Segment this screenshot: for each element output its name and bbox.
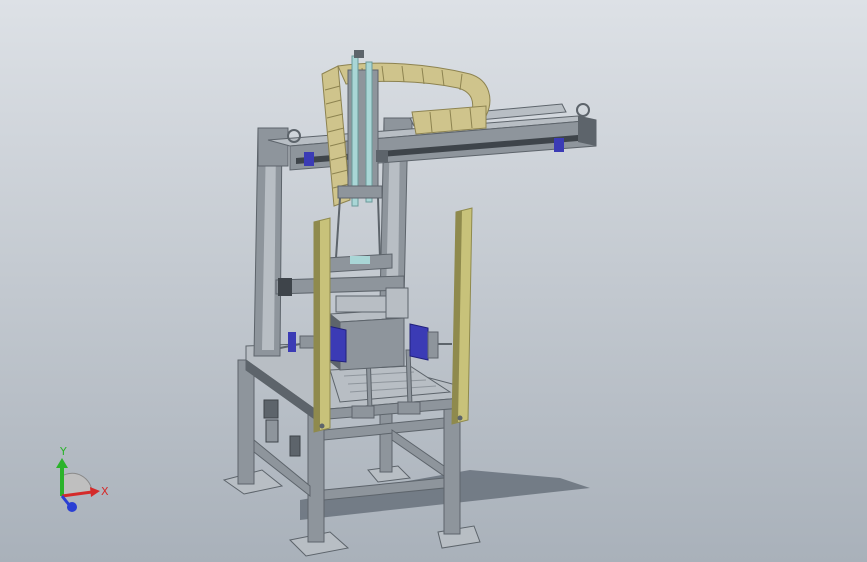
cad-viewport[interactable]: Y X (0, 0, 867, 562)
triad-y-label: Y (59, 445, 67, 458)
valve-block-3 (289, 435, 301, 457)
blue-clamp-right (409, 323, 429, 361)
actuator-plate (337, 185, 383, 199)
valve-block-1 (263, 399, 279, 419)
guard-post-left-edge (314, 220, 320, 432)
beam-motor-left (304, 152, 314, 166)
cylinder-left (351, 55, 359, 207)
triad-x-label: X (101, 485, 109, 498)
workpiece-front (339, 317, 405, 371)
gripper-rod-right (377, 197, 381, 259)
gripper-sensor (350, 256, 370, 264)
valve-bank[interactable] (263, 399, 301, 457)
triad-x-arrow (90, 487, 100, 497)
valve-block-2 (265, 419, 279, 443)
actuator-cap (354, 50, 364, 58)
gripper-rod-left (335, 197, 341, 259)
base-leg-left (237, 359, 255, 485)
workpiece-top-block (385, 287, 409, 319)
gantry-cap-left (257, 127, 289, 167)
gantry-beam-end (578, 116, 596, 146)
triad-z-ball (67, 502, 77, 512)
guard-bolt-left (319, 423, 325, 429)
small-motor-left (288, 332, 296, 352)
mid-rail-block (278, 278, 292, 296)
table-clamp-left (351, 405, 375, 419)
guard-bolt-right (457, 415, 463, 421)
actuator-motor (376, 150, 388, 162)
beam-motor-right (554, 138, 564, 152)
clamp-bracket-right (427, 331, 439, 359)
axis-triad[interactable]: Y X (56, 445, 109, 512)
cylinder-right (365, 61, 373, 203)
lifting-eye-right (576, 103, 590, 117)
table-clamp-right (397, 401, 421, 415)
triad-y-arrow (56, 458, 68, 468)
machine-model-scene[interactable]: Y X (0, 0, 867, 562)
